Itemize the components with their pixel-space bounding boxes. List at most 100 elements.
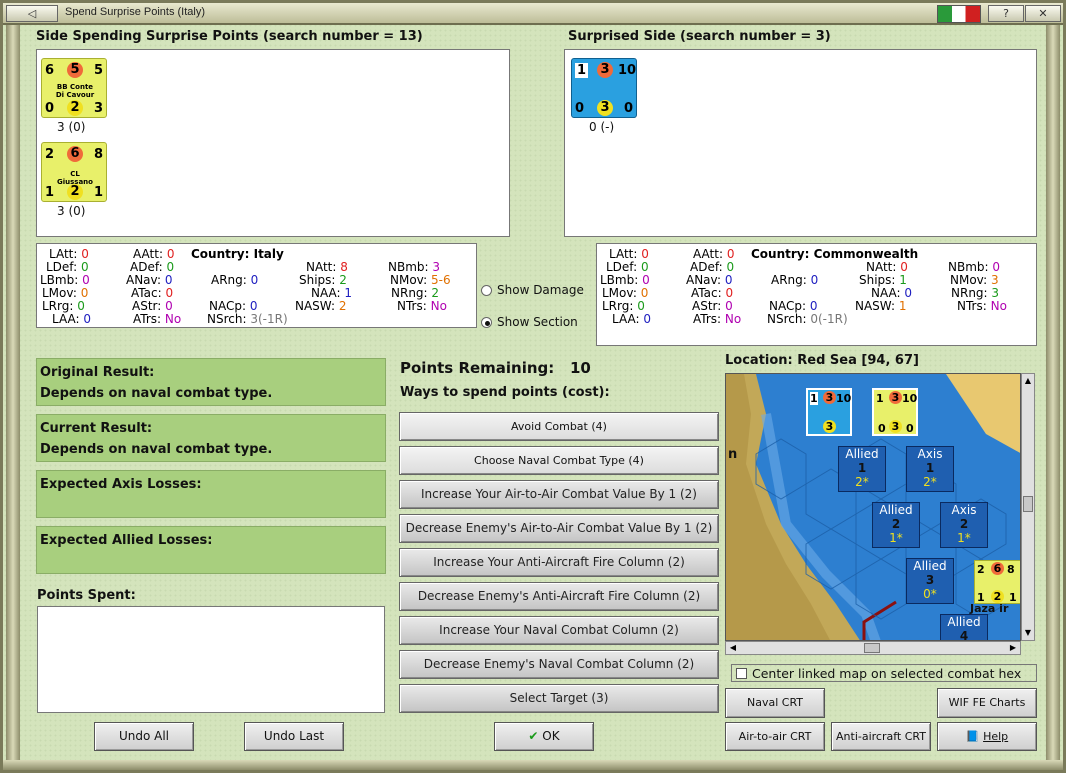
unit-attack: 1 <box>575 63 589 78</box>
map-box-allied-3[interactable]: Allied 3 0* <box>906 558 954 604</box>
map-place-label: Jaza ir <box>970 602 1009 615</box>
hex-map[interactable]: n 1 3 10 3 1 3 10 0 3 0 Allied 1 2* Axis 1 2… <box>725 373 1021 641</box>
increase-air-to-air-button[interactable]: Increase Your Air-to-Air Combat Value By… <box>399 480 719 509</box>
show-section-label: Show Section <box>497 315 578 329</box>
map-horizontal-scrollbar[interactable]: ◀ ▶ <box>725 641 1021 655</box>
choose-naval-combat-type-button[interactable]: Choose Naval Combat Type (4) <box>399 446 719 475</box>
unit-def: 1 <box>45 185 55 200</box>
radio-circle[interactable] <box>481 317 492 328</box>
stat-atrs: ATrs: No <box>133 312 182 326</box>
scroll-right-icon[interactable]: ▶ <box>1006 642 1020 654</box>
box-side: Axis <box>917 447 943 461</box>
help-button[interactable]: 📘 Help <box>937 722 1037 751</box>
original-result-label: Original Result: <box>40 365 155 380</box>
land-ne <box>946 374 1020 453</box>
map-axis-ship-counter[interactable]: 1 3 10 0 3 0 <box>872 388 918 436</box>
stat-nsrch: NSrch: 3(-1R) <box>207 312 288 326</box>
close-icon[interactable]: ✕ <box>1025 5 1061 22</box>
unit-attack: 2 <box>45 147 55 162</box>
anti-aircraft-crt-button[interactable]: Anti-aircraft CRT <box>831 722 931 751</box>
unit-aa: 3 <box>597 62 613 78</box>
unit-move: 8 <box>94 147 104 162</box>
unit-caption: 3 (0) <box>57 120 86 134</box>
decrease-naval-combat-button[interactable]: Decrease Enemy's Naval Combat Column (2) <box>399 650 719 679</box>
right-side-header: Surprised Side (search number = 3) <box>568 29 831 44</box>
scroll-thumb[interactable] <box>864 643 880 653</box>
undo-all-button[interactable]: Undo All <box>94 722 194 751</box>
scroll-down-icon[interactable]: ▼ <box>1022 626 1034 640</box>
increase-naval-combat-button[interactable]: Increase Your Naval Combat Column (2) <box>399 616 719 645</box>
stat-nbmb: NBmb: 0 <box>948 260 1001 274</box>
naval-crt-button[interactable]: Naval CRT <box>725 688 825 718</box>
allied-losses-panel: Expected Allied Losses: <box>36 526 386 574</box>
scroll-thumb[interactable] <box>1023 496 1033 512</box>
unit-counter-allied-ship[interactable]: 1 3 10 0 3 0 0 (-) <box>571 58 637 138</box>
box-side: Axis <box>951 503 977 517</box>
decrease-air-to-air-button[interactable]: Decrease Enemy's Air-to-Air Combat Value… <box>399 514 719 543</box>
map-counter-asw: 3 <box>823 420 836 433</box>
wif-fe-charts-button[interactable]: WIF FE Charts <box>937 688 1037 718</box>
stat-aatt: AAtt: 0 <box>133 247 175 261</box>
stat-nbmb: NBmb: 3 <box>388 260 441 274</box>
help-title-button[interactable]: ? <box>988 5 1024 22</box>
stat-latt: LAtt: 0 <box>49 247 89 261</box>
scroll-up-icon[interactable]: ▲ <box>1022 374 1034 388</box>
left-units-box: 6 5 5 BB Conte Di Cavour 0 2 3 3 (0) 2 6… <box>36 49 510 237</box>
map-box-allied-1[interactable]: Allied 1 2* <box>838 446 886 492</box>
increase-aa-fire-button[interactable]: Increase Your Anti-Aircraft Fire Column … <box>399 548 719 577</box>
undo-last-button[interactable]: Undo Last <box>244 722 344 751</box>
original-result-value: Depends on naval combat type. <box>40 386 273 401</box>
map-counter-aa: 6 <box>991 562 1004 575</box>
original-result-panel: Original Result: Depends on naval combat… <box>36 358 386 406</box>
unit-caption: 0 (-) <box>589 120 615 134</box>
map-allied-ship-counter[interactable]: 1 3 10 3 <box>806 388 852 436</box>
stat-ships: Ships: 2 <box>299 273 347 287</box>
show-damage-radio[interactable]: Show Damage <box>479 282 593 300</box>
map-box-axis-2[interactable]: Axis 2 1* <box>940 502 988 548</box>
unit-move: 10 <box>618 63 637 78</box>
map-box-allied-4[interactable]: Allied 4 <box>940 614 988 641</box>
map-cl-giussano-counter[interactable]: 2 6 8 1 2 1 <box>974 560 1020 604</box>
box-num: 4 <box>959 629 969 641</box>
unit-counter-bb-conte[interactable]: 6 5 5 BB Conte Di Cavour 0 2 3 3 (0) <box>41 58 107 138</box>
current-result-panel: Current Result: Depends on naval combat … <box>36 414 386 462</box>
scroll-left-icon[interactable]: ◀ <box>726 642 740 654</box>
stat-astr: AStr: 0 <box>132 299 173 313</box>
map-counter-attack: 2 <box>977 563 985 576</box>
map-counter-range: 0 <box>906 422 914 435</box>
show-section-radio[interactable]: Show Section <box>479 314 593 332</box>
box-val: 0* <box>923 587 937 601</box>
ok-button[interactable]: ✔ OK <box>494 722 594 751</box>
unit-attack: 6 <box>45 63 55 78</box>
map-counter-attack: 1 <box>876 392 884 405</box>
left-frame <box>6 25 20 765</box>
stat-natt: NAtt: 8 <box>306 260 348 274</box>
map-vertical-scrollbar[interactable]: ▲ ▼ <box>1021 373 1035 641</box>
center-map-checkbox[interactable]: Center linked map on selected combat hex <box>731 664 1037 682</box>
unit-aa: 5 <box>67 62 83 78</box>
air-to-air-crt-button[interactable]: Air-to-air CRT <box>725 722 825 751</box>
stat-nasw: NASW: 1 <box>855 299 907 313</box>
stat-arng: ARng: 0 <box>771 273 819 287</box>
stat-ntrs: NTrs: No <box>397 299 447 313</box>
window-menu-button[interactable]: ◁ <box>6 5 58 22</box>
unit-counter-cl-giussano[interactable]: 2 6 8 CL Giussano 1 2 1 3 (0) <box>41 142 107 222</box>
map-box-axis-1[interactable]: Axis 1 2* <box>906 446 954 492</box>
select-target-button[interactable]: Select Target (3) <box>399 684 719 713</box>
stat-arng: ARng: 0 <box>211 273 259 287</box>
avoid-combat-button[interactable]: Avoid Combat (4) <box>399 412 719 441</box>
help-label: Help <box>983 730 1009 743</box>
unit-range: 3 <box>94 101 104 116</box>
decrease-aa-fire-button[interactable]: Decrease Enemy's Anti-Aircraft Fire Colu… <box>399 582 719 611</box>
checkbox-box[interactable] <box>736 668 747 679</box>
box-side: Allied <box>879 503 913 517</box>
map-box-allied-2[interactable]: Allied 2 1* <box>872 502 920 548</box>
stat-atrs: ATrs: No <box>693 312 742 326</box>
radio-circle[interactable] <box>481 285 492 296</box>
points-spent-list[interactable] <box>37 606 385 713</box>
stat-latt: LAtt: 0 <box>609 247 649 261</box>
points-spent-label: Points Spent: <box>37 588 136 603</box>
unit-range: 0 <box>624 101 634 116</box>
right-frame <box>1046 25 1060 765</box>
ok-label: OK <box>542 729 560 743</box>
